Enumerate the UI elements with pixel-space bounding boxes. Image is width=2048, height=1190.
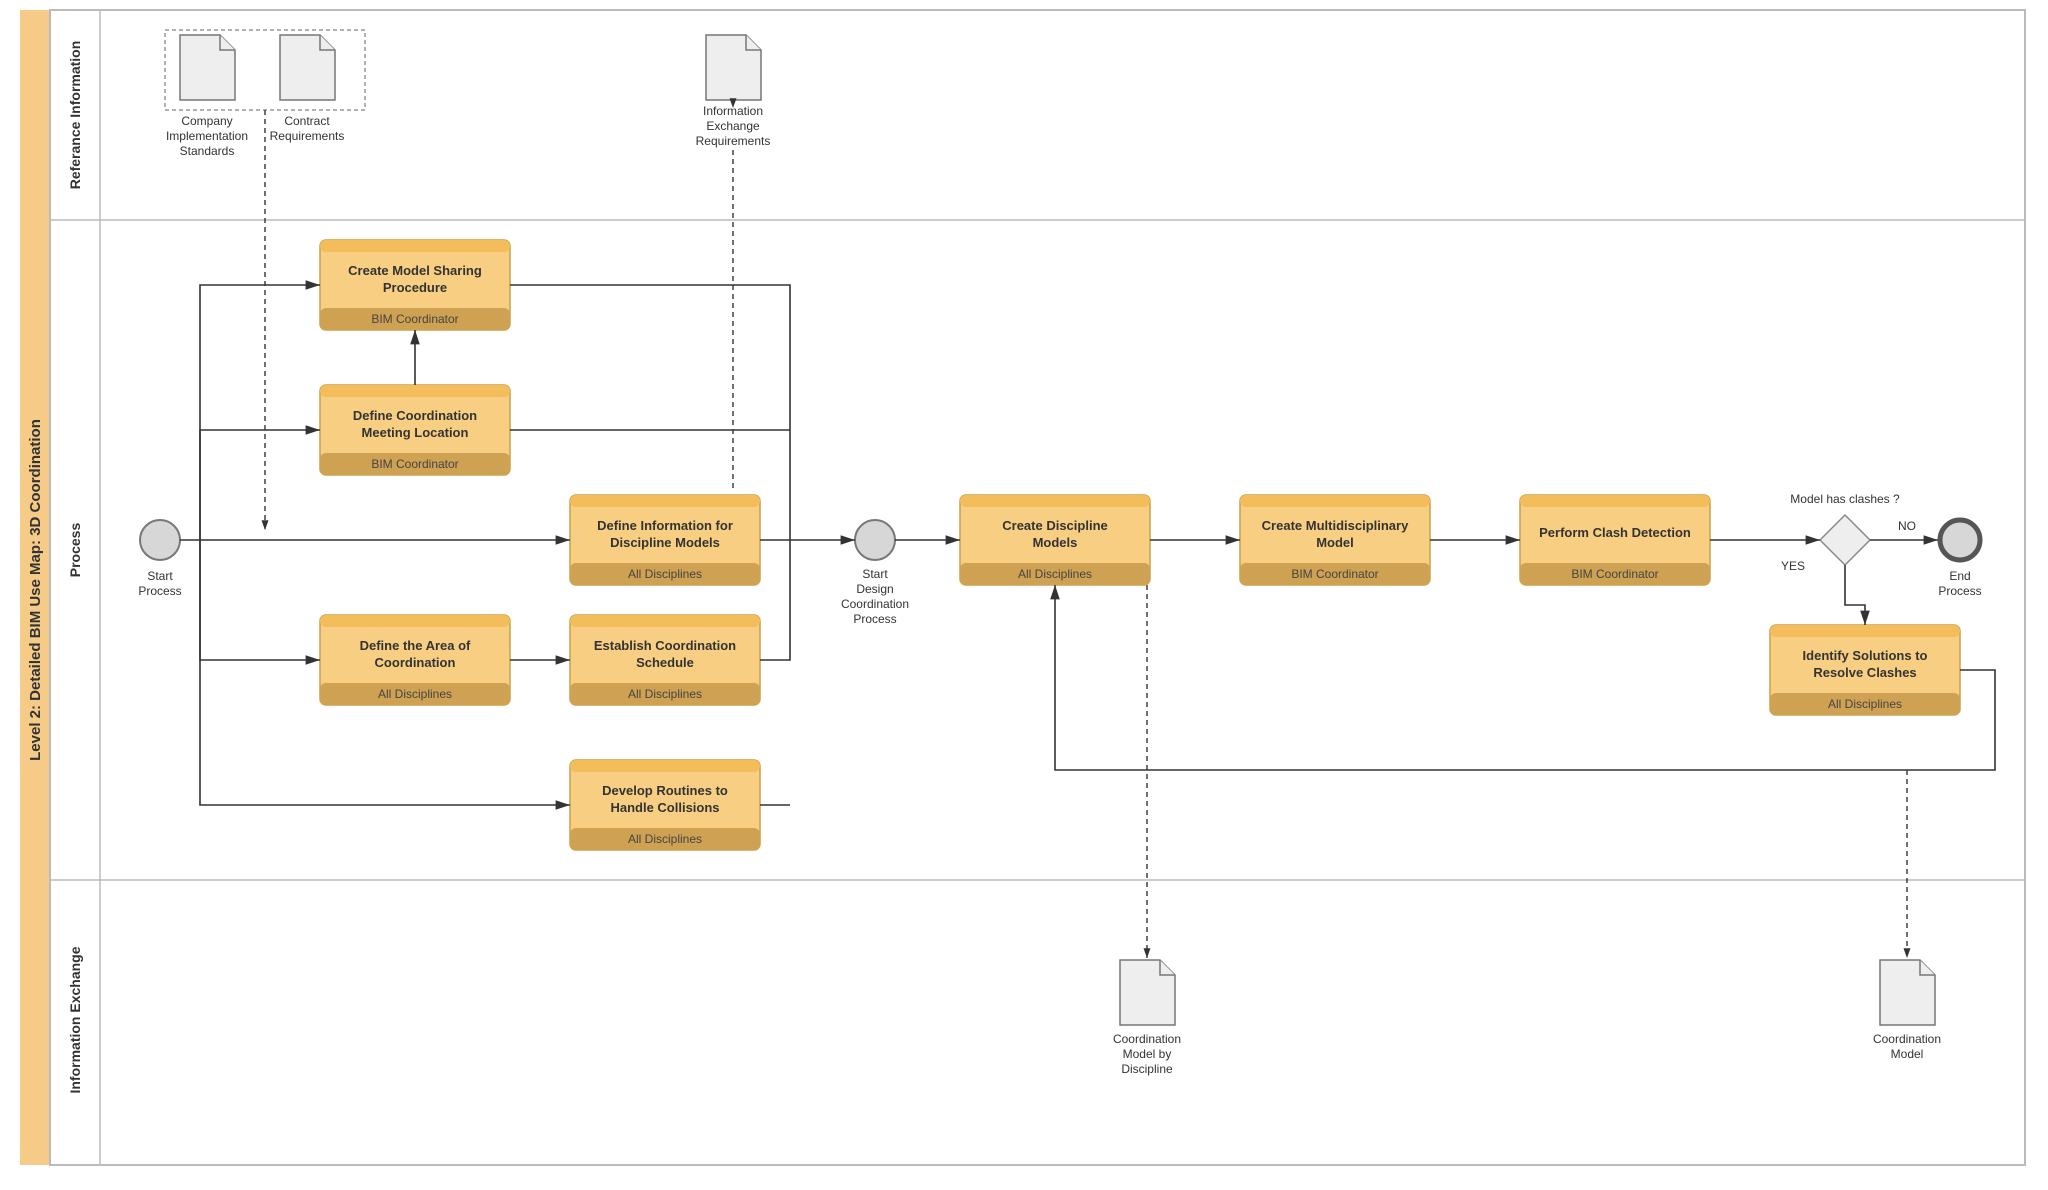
svg-text:Model has clashes ?: Model has clashes ? [1790,492,1900,506]
svg-text:Establish Coordination: Establish Coordination [594,638,736,653]
svg-text:All Disciplines: All Disciplines [1828,697,1902,711]
pool-title: Level 2: Detailed BIM Use Map: 3D Coordi… [27,419,44,761]
svg-text:Design: Design [856,582,893,596]
svg-text:Coordination: Coordination [841,597,909,611]
svg-text:Standards: Standards [180,144,235,158]
svg-text:Company: Company [181,114,232,128]
pool-outline [50,10,2025,1165]
svg-text:Meeting Location: Meeting Location [362,425,469,440]
end-event [1940,520,1980,560]
svg-text:All Disciplines: All Disciplines [628,687,702,701]
svg-text:Handle Collisions: Handle Collisions [610,800,719,815]
svg-text:Models: Models [1033,535,1078,550]
task-define-info-discipline: Define Information for Discipline Models… [570,495,760,585]
start-event-label: Start [147,569,173,583]
svg-text:Requirements: Requirements [696,134,771,148]
svg-text:Discipline: Discipline [1121,1062,1173,1076]
svg-text:All Disciplines: All Disciplines [378,687,452,701]
svg-text:End: End [1949,569,1970,583]
svg-text:Process: Process [1938,584,1981,598]
doc-info-exchange-req: Information Exchange Requirements [696,35,771,148]
task-define-meeting-location: Define Coordination Meeting Location BIM… [320,385,510,475]
svg-text:Procedure: Procedure [383,280,447,295]
lane-label-ref: Referance Information [67,41,83,190]
doc-coord-model: Coordination Model [1873,960,1941,1061]
svg-text:Requirements: Requirements [270,129,345,143]
lane-label-process: Process [67,523,83,578]
svg-text:BIM Coordinator: BIM Coordinator [1571,567,1658,581]
svg-text:Model: Model [1891,1047,1924,1061]
svg-text:Process: Process [853,612,896,626]
svg-text:BIM Coordinator: BIM Coordinator [1291,567,1378,581]
svg-text:Perform Clash Detection: Perform Clash Detection [1539,525,1691,540]
svg-text:All Disciplines: All Disciplines [628,567,702,581]
svg-text:Create Multidisciplinary: Create Multidisciplinary [1262,518,1409,533]
svg-text:Information: Information [703,104,763,118]
task-establish-schedule: Establish Coordination Schedule All Disc… [570,615,760,705]
svg-text:Define Coordination: Define Coordination [353,408,477,423]
gateway-clashes: Model has clashes ? YES NO [1781,492,1916,573]
svg-text:Develop Routines to: Develop Routines to [602,783,728,798]
svg-text:Identify Solutions to: Identify Solutions to [1803,648,1928,663]
svg-text:All Disciplines: All Disciplines [1018,567,1092,581]
doc-coord-model-by-discipline: Coordination Model by Discipline [1113,960,1181,1076]
bpmn-diagram: Level 2: Detailed BIM Use Map: 3D Coordi… [0,0,2048,1190]
svg-text:Create Model Sharing: Create Model Sharing [348,263,482,278]
svg-text:BIM Coordinator: BIM Coordinator [371,457,458,471]
task-define-area: Define the Area of Coordination All Disc… [320,615,510,705]
svg-text:Discipline Models: Discipline Models [610,535,720,550]
task-create-discipline-models: Create Discipline Models All Disciplines [960,495,1150,585]
svg-text:Define the Area of: Define the Area of [360,638,471,653]
svg-text:Implementation: Implementation [166,129,248,143]
svg-text:All Disciplines: All Disciplines [628,832,702,846]
svg-text:YES: YES [1781,559,1805,573]
task-develop-routines: Develop Routines to Handle Collisions Al… [570,760,760,850]
start-event [140,520,180,560]
doc-contract-requirements: Contract Requirements [270,35,345,143]
svg-text:Model by: Model by [1123,1047,1172,1061]
svg-text:Exchange: Exchange [706,119,760,133]
svg-text:Resolve Clashes: Resolve Clashes [1813,665,1916,680]
task-perform-clash-detection: Perform Clash Detection BIM Coordinator [1520,495,1710,585]
svg-text:Coordination: Coordination [375,655,456,670]
svg-text:NO: NO [1898,519,1916,533]
intermediate-event [855,520,895,560]
svg-text:Process: Process [138,584,181,598]
svg-text:Define Information for: Define Information for [597,518,733,533]
svg-text:Contract: Contract [284,114,330,128]
svg-text:Schedule: Schedule [636,655,694,670]
task-create-model-sharing: Create Model Sharing Procedure BIM Coord… [320,240,510,330]
svg-text:Coordination: Coordination [1873,1032,1941,1046]
svg-text:Start: Start [862,567,888,581]
svg-text:BIM Coordinator: BIM Coordinator [371,312,458,326]
task-create-multi-model: Create Multidisciplinary Model BIM Coord… [1240,495,1430,585]
svg-text:Model: Model [1316,535,1354,550]
lane-label-exchange: Information Exchange [67,946,83,1093]
svg-text:Coordination: Coordination [1113,1032,1181,1046]
doc-company-standards: Company Implementation Standards [166,35,248,158]
svg-text:Create Discipline: Create Discipline [1002,518,1108,533]
task-identify-solutions: Identify Solutions to Resolve Clashes Al… [1770,625,1960,715]
